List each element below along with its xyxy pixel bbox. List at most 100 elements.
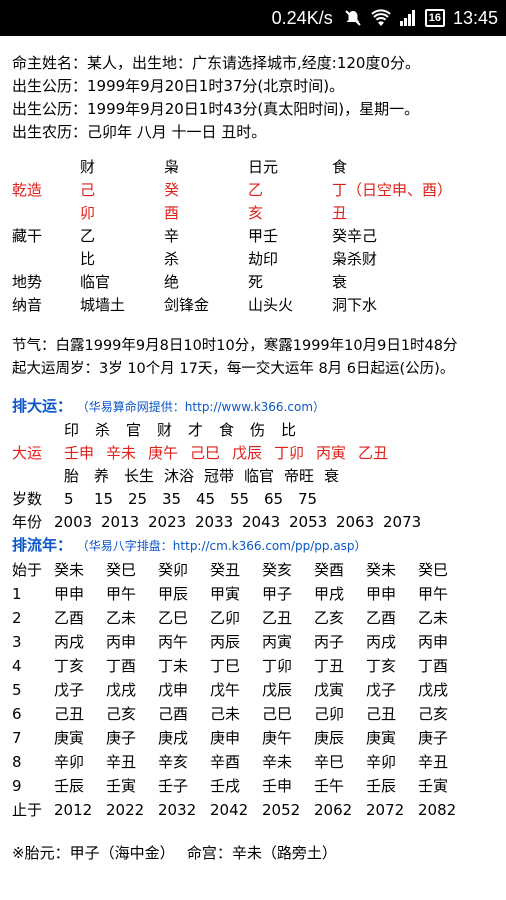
liunian-cell: 己巳 (262, 704, 293, 723)
year: 2033 (195, 513, 234, 531)
year: 2073 (383, 513, 422, 531)
dishi-cell: 绝 (164, 273, 180, 291)
liunian-cell: 壬子 (158, 776, 189, 795)
canggan-label: 藏干 (12, 227, 43, 245)
year: 2013 (101, 513, 140, 531)
dayun-god: 财 (157, 421, 173, 439)
end-year: 2042 (210, 800, 249, 819)
clock: 13:45 (452, 7, 498, 28)
liunian-cell: 丙辰 (210, 632, 241, 651)
pillar-branches-row: 卯 酉 亥 丑 (12, 202, 506, 225)
dayun-god: 官 (126, 421, 142, 439)
status-bar: 0.24K/s 16 13:45 (0, 0, 506, 36)
liunian-end-row: 止于 2012 2022 2032 2042 2052 2062 2072 20… (12, 798, 506, 822)
liunian-cell: 辛丑 (106, 752, 137, 771)
dayun-god: 食 (219, 421, 235, 439)
stem: 己 (80, 181, 96, 199)
liunian-cell: 甲午 (106, 584, 137, 603)
liunian-cell: 丙子 (314, 632, 345, 651)
liunian-cell: 己丑 (366, 704, 397, 723)
end-year: 2032 (158, 800, 197, 819)
liunian-cell: 戊辰 (262, 680, 293, 699)
liunian-row-number: 1 (12, 584, 22, 603)
liunian-cell: 戊寅 (314, 680, 345, 699)
liunian-rows: 1 甲申 甲午 甲辰 甲寅 甲子 甲戌 甲申 甲午 2 乙酉 乙未 乙巳 乙卯 乙丑 乙亥 乙酉 乙未 3 丙戌 丙申 丙… (12, 582, 506, 798)
liunian-cell: 庚申 (210, 728, 241, 747)
liunian-cell: 庚辰 (314, 728, 345, 747)
dayun-state: 沐浴 (164, 467, 195, 485)
dayun-ages-row: 岁数 5 15 25 35 45 55 65 75 (12, 488, 506, 511)
liunian-cell: 丙戌 (54, 632, 85, 651)
liunian-cell: 癸未 (54, 560, 85, 579)
liunian-row: 9 壬辰 壬寅 壬子 壬戌 壬申 壬午 壬辰 壬寅 (12, 774, 506, 798)
liunian-cell: 癸酉 (314, 560, 345, 579)
liunian-credit-link[interactable]: （华易八字排盘：http://cm.k366.com/pp/pp.asp） (77, 539, 367, 553)
age: 35 (162, 490, 182, 508)
liunian-row-number: 4 (12, 656, 22, 675)
dayun-title: 排大运： (12, 397, 73, 415)
end-label: 止于 (12, 800, 43, 819)
dayun-state: 养 (94, 467, 110, 485)
liunian-row-number: 7 (12, 728, 22, 747)
liunian-cell: 丁丑 (314, 656, 345, 675)
nayin-cell: 剑锋金 (164, 296, 210, 314)
header-god: 食 (332, 158, 348, 176)
liunian-cell: 庚子 (418, 728, 449, 747)
end-year: 2072 (366, 800, 405, 819)
canggan-gods-row: 比 杀 劫印 枭杀财 (12, 248, 506, 271)
liunian-cell: 癸未 (366, 560, 397, 579)
stem: 乙 (248, 181, 264, 199)
end-year: 2022 (106, 800, 145, 819)
liunian-cell: 己未 (210, 704, 241, 723)
liunian-cell: 辛巳 (314, 752, 345, 771)
dayun-pillar: 戊辰 (232, 444, 263, 462)
pillar-stems-row: 乾造 己 癸 乙 丁（日空申、酉） (12, 179, 506, 202)
liunian-row-number: 8 (12, 752, 22, 771)
dishi-row: 地势 临官 绝 死 衰 (12, 271, 506, 294)
dayun-pillars-row: 大运 壬申 辛未 庚午 己巳 戊辰 丁卯 丙寅 乙丑 (12, 442, 506, 465)
nayin-cell: 城墙土 (80, 296, 126, 314)
dayun-title-line: 排大运： （华易算命网提供：http://www.k366.com） (12, 395, 506, 419)
nayin-label: 纳音 (12, 296, 43, 314)
liunian-row: 5 戊子 戊戌 戊申 戊午 戊辰 戊寅 戊子 戊戌 (12, 678, 506, 702)
dayun-pillar: 丁卯 (274, 444, 305, 462)
liunian-cell: 戊戌 (418, 680, 449, 699)
liunian-cell: 庚寅 (54, 728, 85, 747)
liunian-row-number: 3 (12, 632, 22, 651)
battery-icon: 16 (424, 9, 445, 27)
liunian-row: 1 甲申 甲午 甲辰 甲寅 甲子 甲戌 甲申 甲午 (12, 582, 506, 606)
dishi-label: 地势 (12, 273, 43, 291)
network-speed: 0.24K/s (271, 7, 333, 28)
year: 2063 (336, 513, 375, 531)
liunian-cell: 乙卯 (210, 608, 241, 627)
liunian-cell: 癸卯 (158, 560, 189, 579)
liunian-cell: 丁亥 (54, 656, 85, 675)
start-label: 始于 (12, 560, 43, 579)
age: 25 (128, 490, 148, 508)
dayun-god: 才 (188, 421, 204, 439)
end-year: 2082 (418, 800, 457, 819)
end-year: 2062 (314, 800, 353, 819)
dayun-credit-link[interactable]: （华易算命网提供：http://www.k366.com） (77, 400, 325, 414)
nayin-cell: 洞下水 (332, 296, 378, 314)
end-year: 2012 (54, 800, 93, 819)
dayun-pillar: 辛未 (106, 444, 137, 462)
liunian-cell: 丙申 (418, 632, 449, 651)
canggan-god: 劫印 (248, 250, 279, 268)
liunian-row-number: 5 (12, 680, 22, 699)
liunian-cell: 丁卯 (262, 656, 293, 675)
liunian-cell: 丁亥 (366, 656, 397, 675)
year: 2003 (54, 513, 93, 531)
liunian-cell: 庚戌 (158, 728, 189, 747)
liunian-cell: 己卯 (314, 704, 345, 723)
liunian-cell: 甲申 (366, 584, 397, 603)
liunian-cell: 丙申 (106, 632, 137, 651)
age: 65 (264, 490, 284, 508)
info-gregorian-solar: 出生公历：1999年9月20日1时43分(真太阳时间)，星期一。 (12, 100, 420, 118)
liunian-cell: 甲戌 (314, 584, 345, 603)
liunian-cell: 辛未 (262, 752, 293, 771)
year: 2043 (242, 513, 281, 531)
dayun-state: 衰 (324, 467, 340, 485)
liunian-cell: 辛酉 (210, 752, 241, 771)
liunian-row-number: 6 (12, 704, 22, 723)
